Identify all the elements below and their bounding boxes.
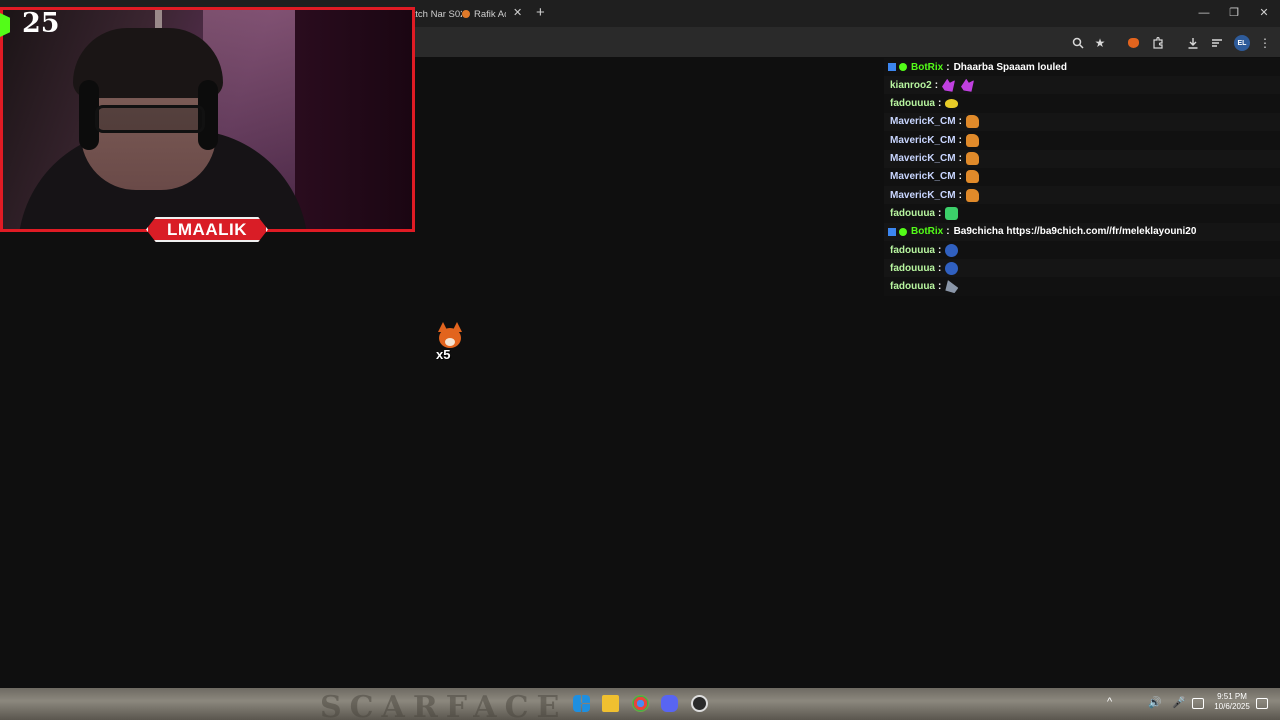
- chat-username[interactable]: kianroo2: [890, 80, 932, 91]
- chat-separator: :: [958, 116, 962, 128]
- kick-logo-icon: [0, 13, 10, 37]
- chat-message: MavericK_CM:: [884, 131, 1280, 149]
- chat-username[interactable]: MavericK_CM: [890, 153, 956, 164]
- chat-separator: :: [958, 171, 962, 183]
- blue-emote-icon: [945, 243, 959, 257]
- blue-emote-icon: [945, 261, 959, 275]
- chat-separator: :: [946, 61, 950, 73]
- extension-fox-icon[interactable]: [1125, 35, 1141, 51]
- chat-message: fadouuua:: [884, 241, 1280, 259]
- chat-message: MavericK_CM:: [884, 186, 1280, 205]
- tab-title: atch Nar S02: [410, 8, 462, 20]
- clock-time: 9:51 PM: [1217, 692, 1247, 701]
- chat-username[interactable]: MavericK_CM: [890, 135, 956, 146]
- thumb-emote-icon: [965, 170, 979, 184]
- thumb-emote-icon: [965, 133, 979, 147]
- reading-list-icon[interactable]: [1209, 35, 1225, 51]
- chat-text: Dhaarba Spaaam louled: [953, 61, 1067, 73]
- thumb-emote-icon: [965, 188, 979, 202]
- purple-emote-icon: [961, 78, 975, 92]
- clock-date: 10/6/2025: [1214, 702, 1250, 711]
- chat-separator: :: [938, 262, 942, 274]
- volume-icon[interactable]: 🔊: [1148, 696, 1162, 709]
- display-icon[interactable]: [1192, 698, 1204, 709]
- download-icon[interactable]: [1185, 35, 1201, 51]
- green-emote-icon: [945, 206, 959, 220]
- chat-username[interactable]: fadouuua: [890, 208, 935, 219]
- chat-separator: :: [958, 134, 962, 146]
- grey-emote-icon: [945, 280, 959, 294]
- menu-kebab-icon[interactable]: ⋮: [1257, 35, 1273, 51]
- chat-separator: :: [938, 281, 942, 293]
- chat-message: kianroo2:: [884, 76, 1280, 95]
- background-door: [295, 10, 412, 229]
- yellow-emote-icon: [945, 99, 959, 109]
- webcam-feed: [0, 7, 415, 232]
- wallpaper-text: SCARFACE: [320, 690, 568, 720]
- chrome-icon[interactable]: [632, 695, 649, 712]
- bot-badge-icon: [888, 227, 896, 236]
- chat-username[interactable]: fadouuua: [890, 281, 935, 292]
- bot-badge-icon: [888, 63, 896, 71]
- thumb-emote-icon: [965, 115, 979, 129]
- chat-username[interactable]: fadouuua: [890, 263, 935, 274]
- restore-button[interactable]: ❐: [1224, 5, 1244, 21]
- tab-close-icon[interactable]: ✕: [513, 6, 522, 20]
- chat-message: fadouuua:: [884, 278, 1280, 296]
- tab-favicon-icon: [462, 10, 470, 18]
- chat-separator: :: [958, 153, 962, 164]
- obs-icon[interactable]: [691, 695, 708, 712]
- chat-separator: :: [958, 189, 962, 201]
- system-clock[interactable]: 9:51 PM 10/6/2025: [1210, 692, 1254, 712]
- verified-badge-icon: [899, 63, 907, 71]
- viewer-count-number: 25: [22, 8, 60, 39]
- chat-username[interactable]: MavericK_CM: [890, 190, 956, 201]
- zoom-icon[interactable]: [1070, 35, 1086, 51]
- chat-username[interactable]: MavericK_CM: [890, 116, 956, 127]
- profile-avatar[interactable]: EL: [1234, 35, 1250, 51]
- chat-overlay: BotRix: Dhaarba Spaaam louled kianroo2: fad…: [884, 58, 1280, 296]
- streamer-glasses: [95, 105, 205, 133]
- chat-message: MavericK_CM:: [884, 168, 1280, 186]
- notification-icon[interactable]: [1256, 698, 1268, 709]
- mic-icon[interactable]: 🎤: [1172, 696, 1186, 709]
- chat-message: fadouuua:: [884, 95, 1280, 113]
- chat-text: Ba9chicha https://ba9chich.com//fr/melek…: [953, 226, 1197, 238]
- chat-message: MavericK_CM:: [884, 149, 1280, 168]
- emote-multiplier: x5: [436, 347, 451, 362]
- verified-badge-icon: [899, 227, 907, 236]
- chat-separator: :: [938, 207, 942, 219]
- tab-watch[interactable]: atch Nar S02: [410, 4, 462, 24]
- chat-separator: :: [938, 98, 942, 110]
- chat-username[interactable]: MavericK_CM: [890, 171, 956, 182]
- tab-title: Rafik Ac: [474, 8, 506, 20]
- chat-username[interactable]: fadouuua: [890, 245, 935, 256]
- thumb-emote-icon: [965, 152, 979, 165]
- discord-icon[interactable]: [661, 695, 678, 712]
- tray-chevron-icon[interactable]: ^: [1107, 696, 1112, 708]
- viewer-count: 25: [0, 5, 60, 41]
- chat-message: BotRix: Dhaarba Spaaam louled: [884, 58, 1280, 76]
- chat-message: fadouuua:: [884, 204, 1280, 222]
- chat-message: fadouuua:: [884, 259, 1280, 278]
- bookmark-star-icon[interactable]: ★: [1092, 35, 1108, 51]
- chat-message: BotRix: Ba9chicha https://ba9chich.com//f…: [884, 222, 1280, 241]
- chat-username[interactable]: BotRix: [911, 226, 943, 237]
- chat-username[interactable]: fadouuua: [890, 98, 935, 109]
- chat-separator: :: [946, 226, 950, 238]
- purple-emote-icon: [942, 78, 956, 92]
- chat-message: MavericK_CM:: [884, 112, 1280, 131]
- new-tab-button[interactable]: +: [536, 4, 545, 22]
- extensions-puzzle-icon[interactable]: [1150, 35, 1166, 51]
- chat-username[interactable]: BotRix: [911, 62, 943, 73]
- minimize-button[interactable]: —: [1194, 5, 1214, 21]
- chat-separator: :: [938, 244, 942, 256]
- streamer-name: LMAALIK: [167, 219, 247, 239]
- streamer-nameplate: LMAALIK: [146, 217, 268, 242]
- chat-separator: :: [934, 79, 939, 91]
- file-explorer-icon[interactable]: [602, 695, 619, 712]
- fox-emote-icon: [436, 322, 464, 350]
- close-window-button[interactable]: ✕: [1254, 5, 1274, 21]
